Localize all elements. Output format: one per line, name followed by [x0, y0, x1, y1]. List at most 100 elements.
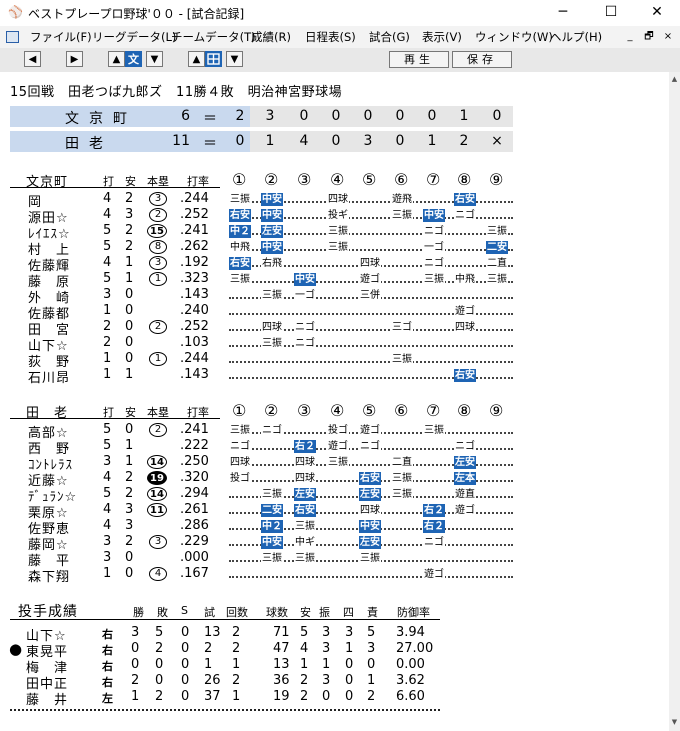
- minimize-button[interactable]: ─: [540, 0, 586, 25]
- player-at-bats: 1: [103, 367, 112, 382]
- plate-appearance-result: 二直: [486, 257, 508, 270]
- pitcher-stat-np: 19: [273, 689, 290, 704]
- player-home-runs: 3: [149, 256, 167, 270]
- scoreboard-row: 田老 11 ＝ 0 1 4 0 3 0 1 2 ×: [10, 131, 513, 152]
- pitcher-hand: 右: [102, 676, 113, 689]
- plate-appearance-result: 中安: [359, 520, 381, 533]
- pitcher-stat-g: 1: [204, 657, 213, 672]
- player-home-runs: 14: [147, 487, 167, 501]
- up-arrow-icon[interactable]: ▲: [108, 51, 125, 67]
- plate-appearance-result: 二直: [391, 456, 413, 469]
- menu-window[interactable]: ウィンドウ(W): [475, 29, 553, 45]
- save-button[interactable]: 保存: [452, 51, 512, 68]
- menu-file[interactable]: ファイル(F): [30, 29, 92, 45]
- scroll-down-arrow-icon[interactable]: ▼: [670, 717, 679, 727]
- plate-appearance-result: 遊ゴ: [359, 273, 381, 286]
- plate-appearance-result: 左安: [359, 536, 381, 549]
- menu-view[interactable]: 表示(V): [422, 29, 462, 45]
- menu-game[interactable]: 試合(G): [369, 29, 410, 45]
- pitcher-stat-l: 2: [155, 641, 164, 656]
- mdi-close-button[interactable]: ×: [660, 29, 676, 44]
- play-button[interactable]: 再生: [389, 51, 449, 68]
- player-home-runs: 2: [149, 320, 167, 334]
- close-button[interactable]: ✕: [634, 0, 680, 25]
- pitcher-stat-era: 27.00: [396, 641, 434, 656]
- player-hits: 1: [125, 438, 134, 453]
- menu-schedule[interactable]: 日程表(S): [305, 29, 356, 45]
- menu-team-data[interactable]: チームデータ(T): [171, 29, 256, 45]
- pitcher-stat-w: 2: [131, 673, 140, 688]
- plate-appearance-result: 三ゴ: [391, 321, 413, 334]
- prev-arrow-icon[interactable]: ◀: [24, 51, 41, 67]
- plate-appearance-result: 四球: [359, 504, 381, 517]
- player-hits: 0: [125, 335, 134, 350]
- player-at-bats: 5: [103, 239, 112, 254]
- plate-appearance-result: 遊直: [454, 488, 476, 501]
- plate-appearance-result: 右安: [454, 369, 476, 382]
- menu-league-data[interactable]: リーグデータ(L): [92, 29, 176, 45]
- pitcher-stat-l: 0: [155, 673, 164, 688]
- pitcher-stat-era: 6.60: [396, 689, 425, 704]
- scoreboard-inning-runs: 2: [235, 108, 245, 124]
- player-batting-average: .241: [180, 422, 209, 437]
- pitching-header: 試: [204, 606, 215, 619]
- mdi-minimize-button[interactable]: _: [622, 29, 638, 44]
- maximize-button[interactable]: ☐: [588, 0, 634, 25]
- pitching-header-rule: [10, 619, 440, 620]
- player-batting-average: .103: [180, 335, 209, 350]
- player-at-bats: 3: [103, 550, 112, 565]
- pitcher-stat-er: 1: [367, 673, 376, 688]
- player-batting-average: .000: [180, 550, 209, 565]
- inning-header: ⑨: [489, 170, 504, 189]
- pitcher-stat-so: 3: [322, 625, 331, 640]
- plate-appearance-result: 三併: [359, 289, 381, 302]
- plate-appearance-result: 四球: [327, 193, 349, 206]
- document-system-icon[interactable]: [6, 31, 19, 43]
- scroll-up-arrow-icon[interactable]: ▲: [670, 74, 679, 84]
- down-arrow-icon[interactable]: ▼: [146, 51, 163, 67]
- menu-stats[interactable]: 成績(R): [251, 29, 291, 45]
- plate-appearance-result: 遊ゴ: [359, 424, 381, 437]
- pitching-header: 回数: [226, 606, 248, 619]
- scoreboard-inning-runs: 3: [363, 133, 373, 149]
- plate-appearance-result: 四球: [229, 456, 251, 469]
- inning-header: ②: [264, 170, 279, 189]
- team-bunkyo-button[interactable]: 文: [125, 51, 142, 67]
- player-home-runs: 19: [147, 471, 167, 485]
- down-arrow-icon[interactable]: ▼: [226, 51, 243, 67]
- next-arrow-icon[interactable]: ▶: [66, 51, 83, 67]
- player-at-bats: 3: [103, 454, 112, 469]
- mdi-restore-button[interactable]: 🗗: [641, 29, 657, 44]
- plate-appearance-result: 三振: [327, 456, 349, 469]
- player-hits: 0: [125, 550, 134, 565]
- pitcher-hand: 右: [102, 644, 113, 657]
- vertical-scrollbar[interactable]: ▲ ▼: [669, 72, 680, 731]
- plate-appearance-result: 中飛: [229, 241, 251, 254]
- plate-appearance-result: 遊飛: [391, 193, 413, 206]
- plate-appearance-dotted-line: [229, 360, 513, 363]
- pitcher-stat-g: 13: [204, 625, 221, 640]
- menu-help[interactable]: ヘルプ(H): [550, 29, 602, 45]
- plate-appearance-result: 三振: [294, 520, 316, 533]
- player-at-bats: 2: [103, 335, 112, 350]
- plate-appearance-result: 左本: [454, 472, 476, 485]
- player-home-runs: 8: [149, 240, 167, 254]
- grid-view-icon[interactable]: [205, 51, 222, 67]
- pitcher-stat-w: 1: [131, 689, 140, 704]
- player-batting-average: .222: [180, 438, 209, 453]
- player-at-bats: 1: [103, 566, 112, 581]
- pitcher-stat-so: 0: [322, 689, 331, 704]
- scoreboard-inning-runs: 0: [427, 108, 437, 124]
- plate-appearance-result: ニゴ: [454, 209, 476, 222]
- player-home-runs: 3: [149, 192, 167, 206]
- player-hits: 2: [125, 470, 134, 485]
- player-hits: 3: [125, 502, 134, 517]
- plate-appearance-result: 一ゴ: [294, 289, 316, 302]
- pitcher-stat-h: 2: [300, 689, 309, 704]
- player-at-bats: 5: [103, 422, 112, 437]
- pitching-header: 四: [343, 606, 354, 619]
- player-batting-average: .323: [180, 271, 209, 286]
- up-arrow-icon[interactable]: ▲: [188, 51, 205, 67]
- batting-header-rule: [10, 187, 220, 188]
- pitcher-stat-er: 2: [367, 689, 376, 704]
